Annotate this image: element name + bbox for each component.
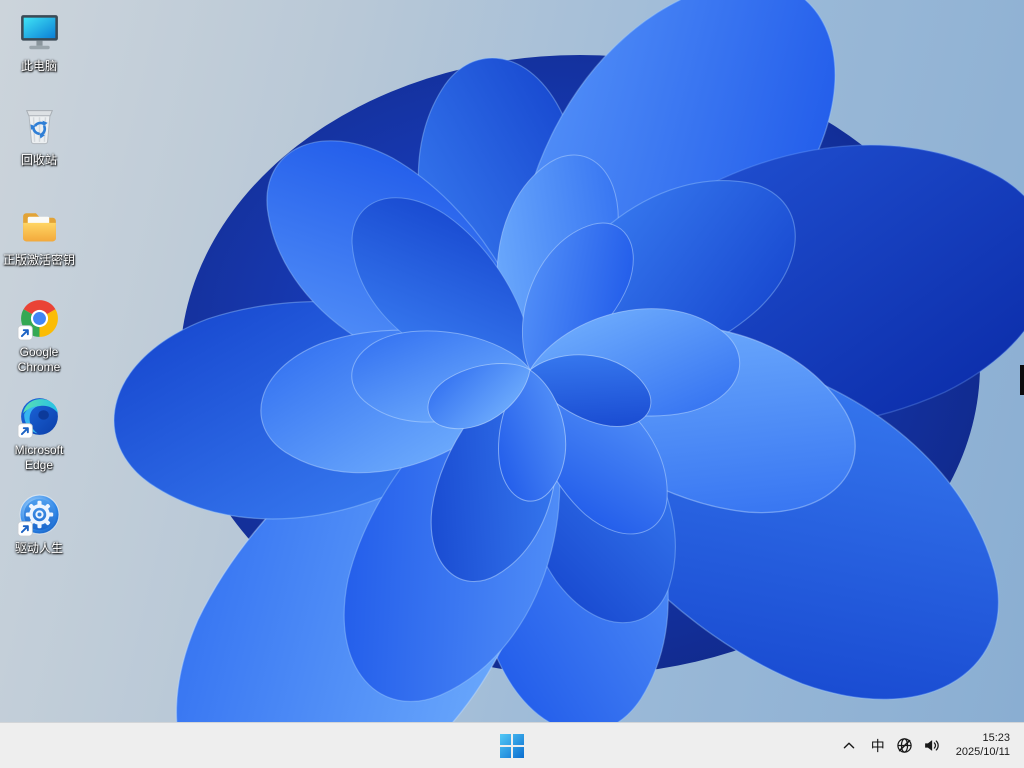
speaker-icon [925, 740, 939, 751]
this-pc-icon [20, 15, 58, 50]
chevron-up-icon [843, 742, 855, 748]
icon-label: 此电脑 [20, 59, 57, 73]
system-tray: 中 15:23 2025/10/11 [834, 723, 1024, 768]
clock-time: 15:23 [982, 732, 1010, 744]
icon-label: 驱动人生 [14, 541, 63, 555]
bloom-wallpaper [101, 0, 1024, 722]
tray-chevron-up-button[interactable] [834, 726, 864, 766]
network-button[interactable] [892, 726, 918, 766]
shortcut-arrow-badge [17, 325, 33, 341]
desktop-icon-microsoft-edge[interactable]: Microsoft Edge [1, 394, 77, 473]
shortcut-arrow-badge [17, 423, 33, 439]
folder-icon [22, 213, 56, 242]
chrome-icon [17, 300, 58, 341]
icon-label: 正版激活密钥 [2, 253, 75, 267]
icon-label: Microsoft Edge [14, 443, 64, 472]
clock-date: 2025/10/11 [955, 745, 1010, 758]
network-globe-offline-icon [897, 738, 912, 753]
volume-button[interactable] [918, 726, 946, 766]
icon-label: Google Chrome [17, 345, 61, 374]
windows-logo-icon [500, 733, 524, 758]
ime-indicator-label: 中 [870, 737, 885, 754]
ime-indicator[interactable]: 中 [864, 726, 892, 766]
desktop-icon-driver-genius[interactable]: 驱动人生 [1, 492, 77, 556]
taskbar-clock[interactable]: 15:23 2025/10/11 [954, 728, 1012, 763]
icon-label: 回收站 [20, 153, 57, 167]
desktop-icon-recycle-bin[interactable]: 回收站 [1, 104, 77, 168]
desktop[interactable]: 此电脑 回收站 正版激活密钥 Google Chrome Microsoft E… [0, 0, 1024, 722]
screen-edge-artifact [1020, 365, 1024, 395]
desktop-icon-this-pc[interactable]: 此电脑 [1, 10, 77, 74]
taskbar: 中 15:23 2025/10/11 [0, 722, 1024, 768]
desktop-icon-activation-key-folder[interactable]: 正版激活密钥 [1, 204, 77, 268]
recycle-bin-icon [25, 110, 53, 145]
start-button[interactable] [492, 726, 532, 766]
shortcut-arrow-badge [17, 521, 33, 537]
gear-app-icon [17, 494, 59, 537]
desktop-icon-google-chrome[interactable]: Google Chrome [1, 296, 77, 375]
edge-icon [17, 398, 58, 439]
